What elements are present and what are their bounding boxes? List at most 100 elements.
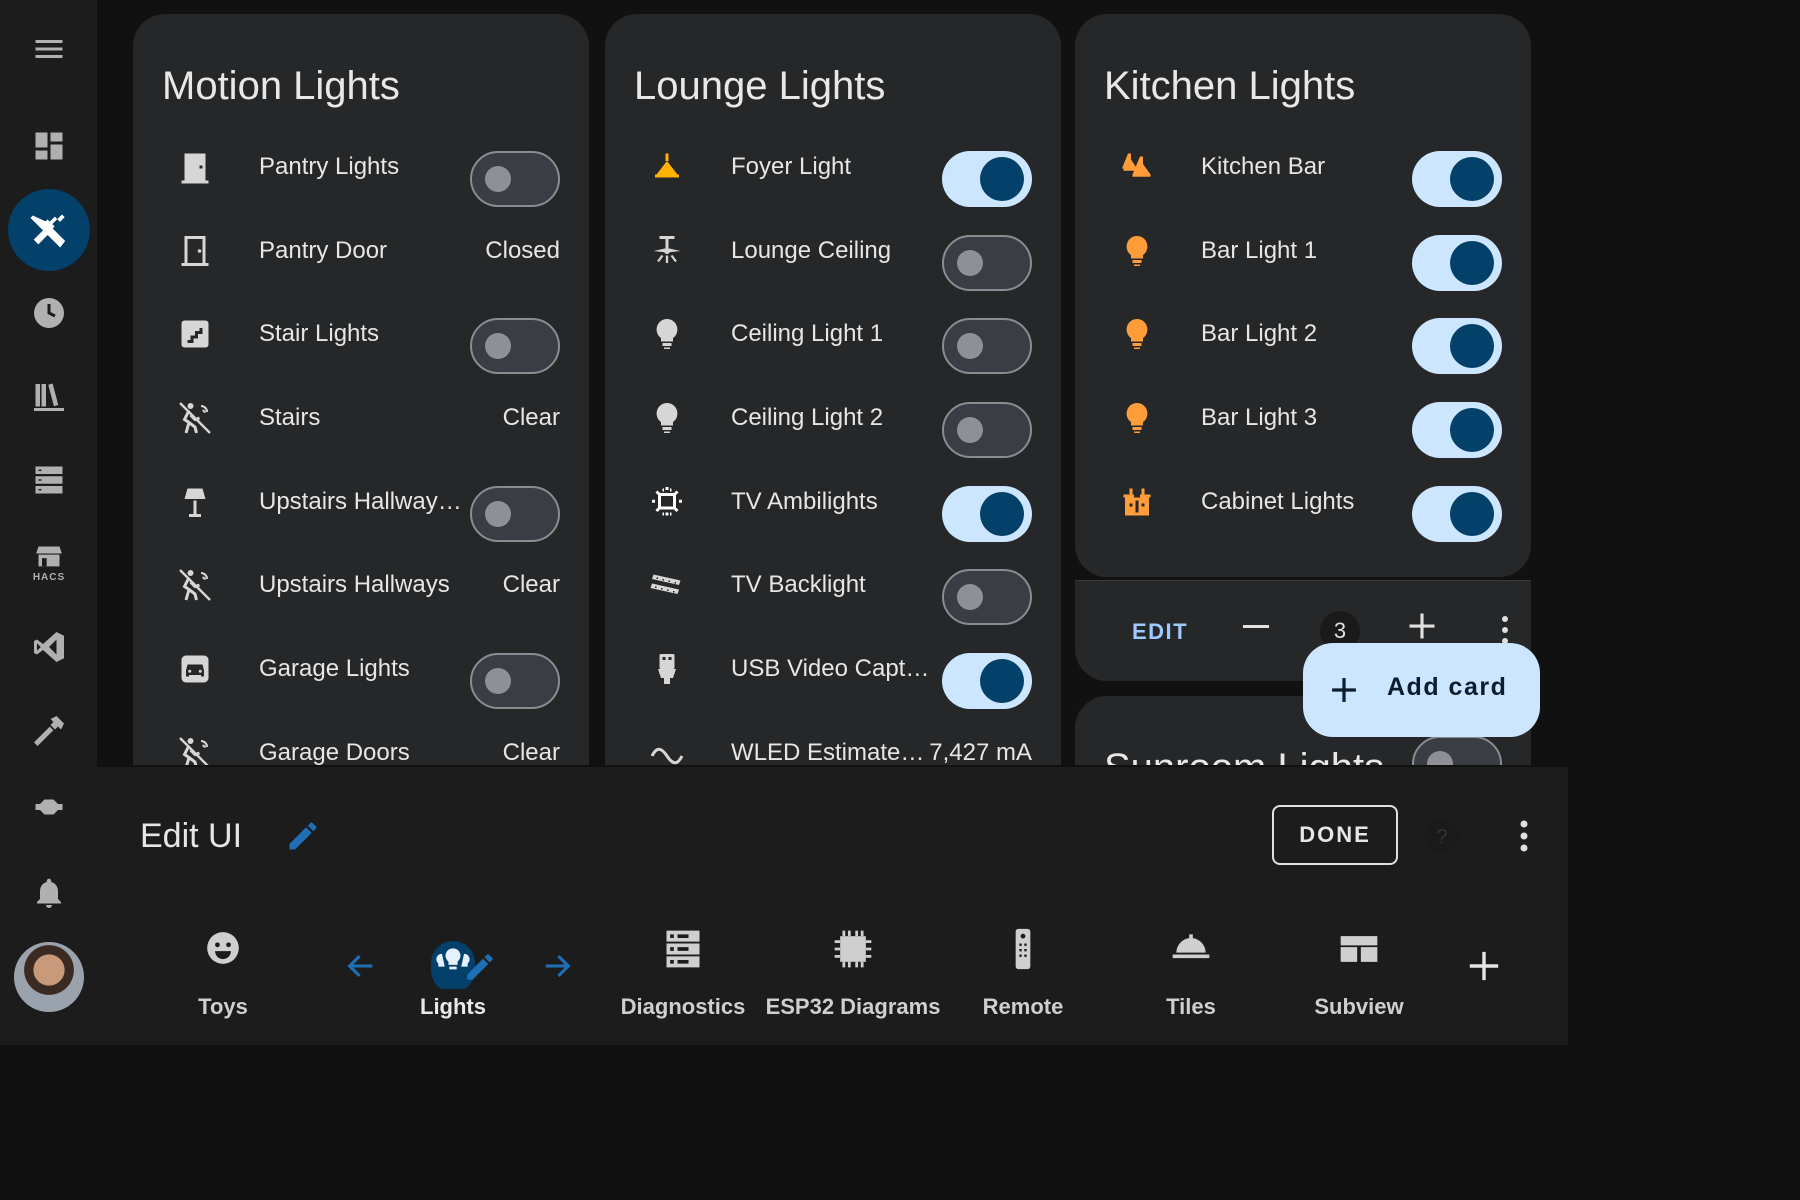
add-card-button[interactable]: Add card	[1303, 643, 1540, 737]
usb-icon	[639, 627, 695, 711]
tab-label: Remote	[982, 994, 1064, 1019]
tab-tiles[interactable]: Tiles	[1116, 917, 1266, 1027]
tab-esp32-diagrams[interactable]: ESP32 Diagrams	[766, 917, 940, 1027]
card-title: Lounge Lights	[634, 64, 886, 108]
card-lounge-lights: Lounge Lights Foyer Light Lounge Ceiling…	[605, 14, 1061, 765]
edit-tab-pencil-icon[interactable]	[463, 950, 497, 984]
bell-icon	[37, 878, 61, 908]
entity-name: Stairs	[259, 404, 321, 431]
pendant-light-icon	[1109, 125, 1165, 209]
toggle-switch[interactable]	[942, 486, 1032, 542]
toggle-switch[interactable]	[1412, 486, 1502, 542]
sidebar-item-settings[interactable]	[8, 189, 90, 271]
entity-row[interactable]: Upstairs Hallways Clear	[133, 543, 589, 627]
card-options-icon[interactable]	[1501, 615, 1509, 645]
toggle-switch[interactable]	[1412, 736, 1502, 765]
entity-name: Pantry Lights	[259, 153, 400, 180]
toggle-switch[interactable]	[942, 402, 1032, 458]
toggle-switch[interactable]	[1412, 235, 1502, 291]
tv-ambilight-icon	[639, 460, 695, 544]
edit-card-button[interactable]: EDIT	[1132, 619, 1188, 645]
sidebar-item-hacs[interactable]: HACS	[8, 522, 90, 604]
entity-row[interactable]: WLED Estimate… 7,427 mA	[605, 711, 1061, 765]
tab-lights[interactable]: Lights	[378, 917, 528, 1027]
menu-button[interactable]	[8, 8, 90, 90]
list-icon	[35, 466, 63, 494]
avatar[interactable]	[14, 942, 84, 1012]
toggle-switch[interactable]	[470, 151, 560, 207]
entity-row[interactable]: Upstairs Hallway…	[133, 460, 589, 544]
toggle-switch[interactable]	[470, 318, 560, 374]
sidebar-item-entities[interactable]	[8, 439, 90, 521]
entity-name: Pantry Door	[259, 237, 388, 264]
toggle-switch[interactable]	[942, 235, 1032, 291]
motion-sensor-off-icon	[167, 543, 223, 627]
move-tab-right-icon[interactable]	[540, 949, 574, 983]
toggle-switch[interactable]	[470, 486, 560, 542]
sidebar-item-developer-tools[interactable]	[8, 690, 90, 772]
tab-toys[interactable]: Toys	[148, 917, 298, 1027]
toggle-switch[interactable]	[942, 653, 1032, 709]
emoticon-icon	[207, 932, 239, 964]
sidebar-item-remote[interactable]	[8, 766, 90, 848]
tab-diagnostics[interactable]: Diagnostics	[608, 917, 758, 1027]
hacs-icon	[36, 546, 62, 567]
increase-position-button[interactable]	[1407, 611, 1437, 641]
ceiling-light-icon	[639, 125, 695, 209]
tab-remote[interactable]: Remote	[948, 917, 1098, 1027]
sidebar-item-history[interactable]	[8, 272, 90, 354]
card-title: Motion Lights	[162, 64, 400, 108]
move-tab-left-icon[interactable]	[344, 949, 378, 983]
sidebar-item-overview[interactable]	[8, 105, 90, 187]
cabinet-light-icon	[1109, 460, 1165, 544]
toggle-switch[interactable]	[470, 653, 560, 709]
entity-row[interactable]: Pantry Door Closed	[133, 209, 589, 293]
entity-name: WLED Estimate…	[731, 739, 925, 765]
toggle-switch[interactable]	[1412, 402, 1502, 458]
chip-icon	[834, 930, 872, 968]
entity-row[interactable]: USB Video Capt…	[605, 627, 1061, 711]
card-kitchen-lights: Kitchen Lights Kitchen Bar Bar Light 1 B…	[1075, 14, 1531, 577]
entity-name: TV Ambilights	[731, 488, 878, 515]
entity-row[interactable]: Bar Light 2	[1075, 292, 1531, 376]
add-view-icon[interactable]	[1467, 949, 1501, 983]
add-card-label: Add card	[1387, 673, 1508, 701]
entity-row[interactable]: Lounge Ceiling	[605, 209, 1061, 293]
help-icon[interactable]: ?	[1424, 818, 1460, 854]
sidebar-item-notifications[interactable]	[8, 852, 90, 934]
sidebar-item-vscode[interactable]	[8, 606, 90, 688]
toggle-switch[interactable]	[1412, 318, 1502, 374]
tab-label: ESP32 Diagrams	[765, 994, 941, 1019]
entity-row[interactable]: Ceiling Light 2	[605, 376, 1061, 460]
floor-lamp-icon	[167, 460, 223, 544]
entity-row[interactable]: Kitchen Bar	[1075, 125, 1531, 209]
entity-name: USB Video Capt…	[731, 655, 930, 682]
entity-row[interactable]: Bar Light 3	[1075, 376, 1531, 460]
entity-row[interactable]: Stair Lights	[133, 292, 589, 376]
entity-row[interactable]: TV Backlight	[605, 543, 1061, 627]
entity-row[interactable]: Foyer Light	[605, 125, 1061, 209]
tab-subview[interactable]: Subview	[1284, 917, 1434, 1027]
entity-row[interactable]: Bar Light 1	[1075, 209, 1531, 293]
led-strip-icon	[639, 543, 695, 627]
decrease-position-button[interactable]	[1243, 625, 1269, 628]
edit-title-pencil-icon[interactable]	[285, 818, 321, 854]
entity-row[interactable]: Ceiling Light 1	[605, 292, 1061, 376]
entity-row[interactable]: Stairs Clear	[133, 376, 589, 460]
entity-row[interactable]: Pantry Lights	[133, 125, 589, 209]
sidebar-item-logbook[interactable]	[8, 355, 90, 437]
more-options-icon[interactable]	[1519, 819, 1529, 853]
toggle-switch[interactable]	[942, 318, 1032, 374]
done-button[interactable]: DONE	[1272, 805, 1398, 865]
toggle-switch[interactable]	[942, 151, 1032, 207]
toggle-switch[interactable]	[942, 569, 1032, 625]
ha-remote-icon	[35, 799, 63, 815]
entity-row[interactable]: Garage Lights	[133, 627, 589, 711]
hacs-label: HACS	[32, 572, 66, 583]
toggle-switch[interactable]	[1412, 151, 1502, 207]
entity-row[interactable]: TV Ambilights	[605, 460, 1061, 544]
entity-name: Bar Light 1	[1201, 237, 1318, 264]
svg-text:?: ?	[1436, 826, 1448, 849]
entity-row[interactable]: Garage Doors Clear	[133, 711, 589, 765]
entity-row[interactable]: Cabinet Lights	[1075, 460, 1531, 544]
